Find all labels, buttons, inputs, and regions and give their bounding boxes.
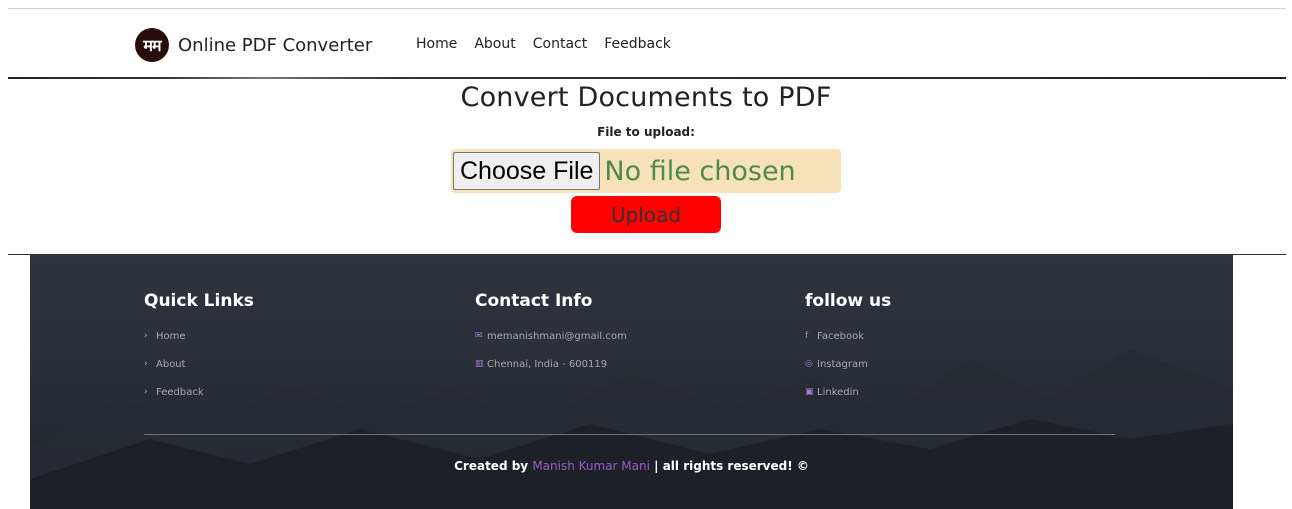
social-item: ◎ Instagram (805, 359, 891, 387)
nav-links: Home About Contact Feedback (416, 36, 688, 52)
footer-about-link[interactable]: About (156, 359, 186, 370)
navbar: मम Online PDF Converter Home About Conta… (0, 9, 1292, 77)
footer-divider (144, 434, 1115, 435)
navbar-divider (8, 77, 1286, 79)
chevron-right-icon: › (144, 359, 148, 369)
file-status: No file chosen (604, 155, 796, 187)
chevron-right-icon: › (144, 387, 148, 397)
envelope-icon: ✉ (475, 331, 483, 341)
contact-info-column: Contact Info ✉ memanishmani@gmail.com ▥ Ch… (475, 291, 627, 387)
follow-us-column: follow us f Facebook ◎ Instagram ▣ Linkedin (805, 291, 891, 415)
nav-about-link[interactable]: About (474, 36, 515, 52)
file-label: File to upload: (597, 125, 695, 139)
brand-name: Online PDF Converter (178, 34, 373, 56)
nav-home-link[interactable]: Home (416, 36, 457, 52)
facebook-icon: f (805, 331, 809, 341)
copyright-suffix: | all rights reserved! © (654, 459, 809, 473)
quick-links-column: Quick Links › Home › About › Feedback (144, 291, 254, 415)
location-text: Chennai, India - 600119 (487, 359, 608, 370)
chevron-right-icon: › (144, 331, 148, 341)
upload-section: Convert Documents to PDF File to upload:… (0, 80, 1292, 233)
footer-feedback-link[interactable]: Feedback (156, 387, 204, 398)
footer-link-item: › About (144, 359, 254, 387)
page-title: Convert Documents to PDF (460, 82, 832, 113)
nav-contact-link[interactable]: Contact (533, 36, 587, 52)
contact-location: ▥ Chennai, India - 600119 (475, 359, 627, 387)
logo: मम (135, 28, 169, 62)
choose-file-button[interactable]: Choose File (453, 152, 601, 190)
social-item: ▣ Linkedin (805, 387, 891, 415)
follow-us-title: follow us (805, 291, 892, 311)
quick-links-title: Quick Links (144, 291, 254, 311)
brand[interactable]: मम Online PDF Converter (135, 28, 373, 62)
footer: Quick Links › Home › About › Feedback Conta… (30, 254, 1233, 509)
social-item: f Facebook (805, 331, 891, 359)
contact-info-title: Contact Info (475, 291, 593, 311)
linkedin-link[interactable]: Linkedin (817, 387, 859, 398)
instagram-icon: ◎ (805, 359, 813, 369)
facebook-link[interactable]: Facebook (817, 331, 864, 342)
file-input[interactable]: Choose File No file chosen (451, 149, 841, 193)
footer-link-item: › Home (144, 331, 254, 359)
map-icon: ▥ (475, 359, 484, 369)
upload-button[interactable]: Upload (571, 196, 721, 233)
email-link[interactable]: memanishmani@gmail.com (487, 331, 627, 342)
instagram-link[interactable]: Instagram (817, 359, 868, 370)
author-link[interactable]: Manish Kumar Mani (532, 459, 650, 473)
copyright: Created by Manish Kumar Mani | all right… (30, 459, 1233, 473)
nav-feedback-link[interactable]: Feedback (604, 36, 671, 52)
copyright-prefix: Created by (454, 459, 529, 473)
linkedin-icon: ▣ (805, 387, 814, 397)
footer-home-link[interactable]: Home (156, 331, 186, 342)
contact-email: ✉ memanishmani@gmail.com (475, 331, 627, 359)
footer-link-item: › Feedback (144, 387, 254, 415)
